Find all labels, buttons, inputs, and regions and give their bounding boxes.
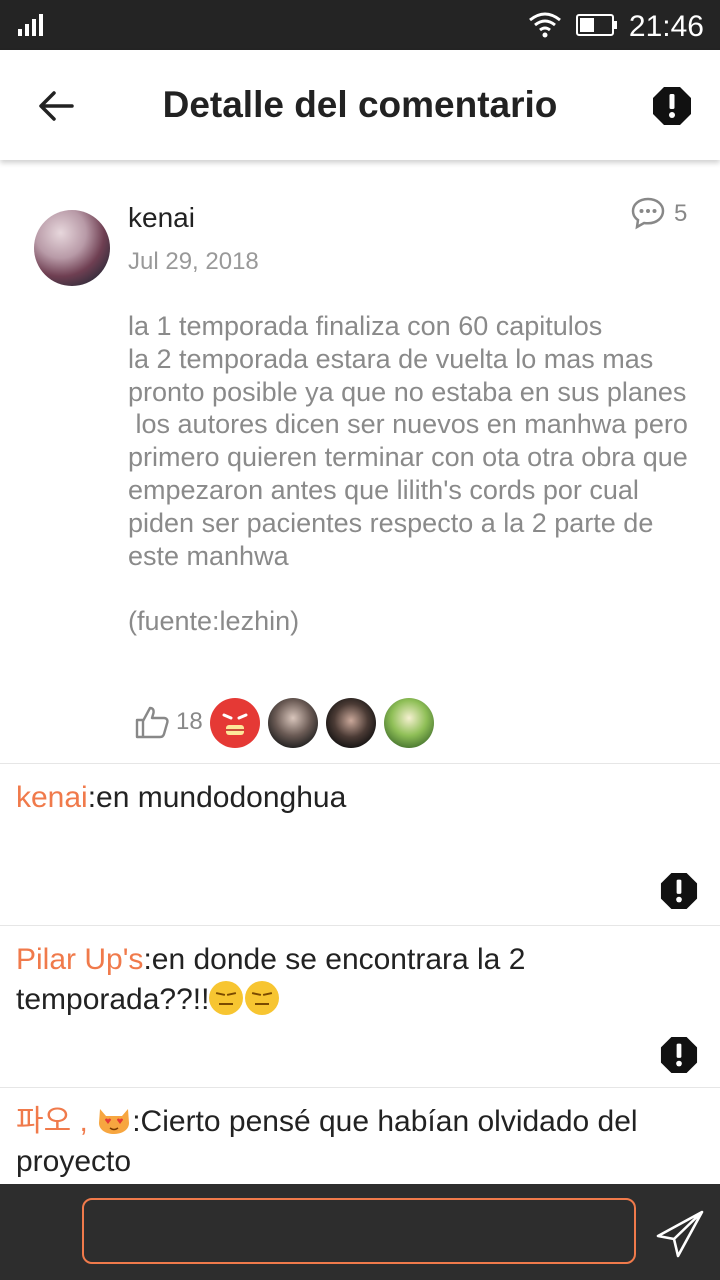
battery-icon (576, 14, 617, 36)
report-icon[interactable] (660, 872, 698, 910)
signal-icon (18, 14, 43, 36)
likes-row: 18 (134, 698, 634, 752)
unamused-face-icon (209, 981, 244, 1015)
reply-text: :en mundodonghua (87, 781, 347, 814)
reply-item: Pilar Up's:en donde se encontrara la 2 t… (0, 926, 720, 1086)
reply-author[interactable]: Pilar Up's (16, 943, 143, 976)
reply-item: kenai:en mundodonghua (0, 764, 720, 924)
unamused-face-icon (245, 981, 280, 1015)
reply-author[interactable]: 파오 , (16, 1105, 96, 1138)
report-icon[interactable] (660, 1036, 698, 1074)
report-icon[interactable] (652, 86, 692, 126)
liker-avatar[interactable] (384, 698, 434, 748)
like-count: 18 (176, 708, 203, 735)
comment-date: Jul 29, 2018 (128, 248, 259, 275)
angry-face-icon (222, 713, 248, 735)
reply-item: 파오 , :Cierto pensé que habían olvidado d… (0, 1088, 720, 1184)
reply-count: 5 (674, 200, 688, 227)
wifi-icon (529, 12, 561, 38)
clock: 21:46 (628, 10, 704, 43)
thumbs-up-icon[interactable] (134, 704, 170, 740)
send-icon[interactable] (654, 1208, 706, 1260)
app-bar: Detalle del comentario (0, 50, 720, 160)
page-title: Detalle del comentario (162, 84, 558, 125)
heart-eyes-cat-icon (99, 1109, 130, 1134)
status-bar: 21:46 (0, 0, 720, 50)
liker-avatar[interactable] (326, 698, 376, 748)
reply-author[interactable]: kenai (16, 781, 88, 814)
chat-bubble-icon[interactable] (630, 196, 666, 230)
liker-avatar[interactable] (268, 698, 318, 748)
comment-input[interactable] (82, 1198, 636, 1264)
comment-author[interactable]: kenai (128, 202, 195, 234)
liker-avatar[interactable] (210, 698, 260, 748)
main-comment: kenai Jul 29, 2018 5 la 1 temporada fina… (0, 160, 720, 764)
comment-input-bar (0, 1184, 720, 1280)
comment-body: la 1 temporada finaliza con 60 capitulos… (128, 311, 688, 637)
avatar[interactable] (34, 210, 110, 286)
